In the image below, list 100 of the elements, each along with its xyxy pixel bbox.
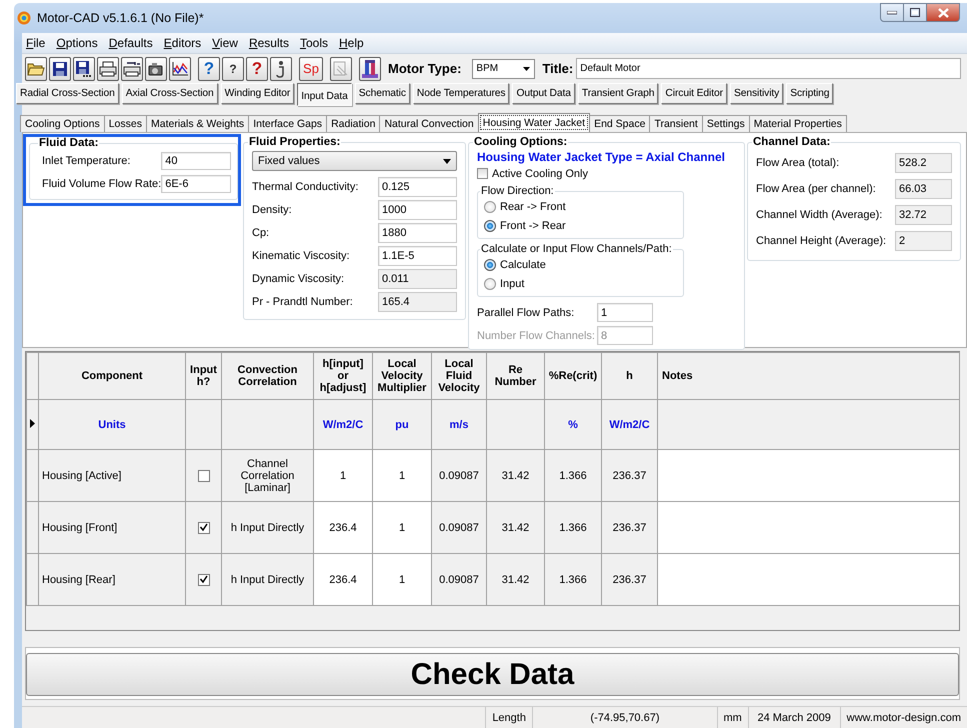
- fluid-properties-dropdown[interactable]: Fixed values: [252, 151, 457, 171]
- tab[interactable]: Winding Editor: [220, 83, 294, 104]
- toolbar-button[interactable]: [145, 56, 167, 80]
- tab[interactable]: Housing Water Jacket: [478, 113, 590, 132]
- menu-item[interactable]: Editors: [162, 35, 208, 51]
- tab[interactable]: Cooling Options: [20, 115, 105, 132]
- toolbar-button[interactable]: [270, 56, 292, 80]
- field-label: Channel Height (Average):: [756, 235, 888, 247]
- column-header: Input h?: [186, 352, 222, 400]
- input-field[interactable]: 0.125: [378, 176, 457, 196]
- tab[interactable]: Sensitivity: [730, 83, 784, 104]
- toolbar-button[interactable]: [49, 56, 71, 80]
- column-header: h: [602, 352, 658, 400]
- radio-icon[interactable]: [484, 220, 496, 232]
- input-field[interactable]: 1.1E-5: [378, 246, 457, 266]
- table-cell: 1: [314, 450, 372, 502]
- maximize-icon: [910, 8, 920, 17]
- input-field[interactable]: 32.72: [895, 205, 952, 225]
- toolbar-button[interactable]: [169, 56, 191, 80]
- checkbox[interactable]: [198, 470, 210, 482]
- save-icon: [52, 60, 68, 76]
- input-field[interactable]: 40: [161, 152, 232, 170]
- radio-icon[interactable]: [484, 258, 496, 270]
- menu-item[interactable]: Results: [246, 35, 296, 51]
- printer-icon: [99, 60, 117, 76]
- row-pointer-icon: [30, 418, 35, 428]
- window-title: Motor-CAD v5.1.6.1 (No File)*: [37, 11, 204, 25]
- help-button[interactable]: ?: [198, 56, 220, 80]
- motor-icon: [361, 58, 379, 78]
- toolbar-button[interactable]: [330, 56, 352, 80]
- radio-option[interactable]: Input: [484, 274, 677, 293]
- table-cell: 0.09087: [432, 554, 486, 606]
- table-cell: %: [544, 400, 602, 450]
- toolbar-button[interactable]: [25, 56, 47, 80]
- column-header: Re Number: [486, 352, 544, 400]
- motor-type-dropdown[interactable]: BPM: [472, 58, 536, 78]
- table-cell: Units: [38, 400, 186, 450]
- panel-title: Fluid Properties:: [248, 136, 342, 148]
- menu-item[interactable]: Defaults: [106, 35, 160, 51]
- caret-icon: [523, 66, 530, 70]
- input-field[interactable]: 1000: [378, 200, 457, 220]
- tab[interactable]: Scripting: [786, 83, 834, 104]
- check-data-button[interactable]: Check Data: [26, 653, 959, 696]
- input-field[interactable]: 165.4: [378, 292, 457, 312]
- radio-icon[interactable]: [484, 200, 496, 212]
- tab[interactable]: Radial Cross-Section: [16, 83, 119, 104]
- menu-item[interactable]: Help: [336, 35, 371, 51]
- checkbox[interactable]: [477, 168, 488, 179]
- table-cell: h Input Directly: [222, 502, 314, 554]
- column-header: %Re(crit): [544, 352, 602, 400]
- close-button[interactable]: [927, 3, 960, 22]
- toolbar-button[interactable]: Sp: [299, 56, 323, 80]
- input-field[interactable]: 1: [597, 303, 653, 322]
- tab[interactable]: Circuit Editor: [661, 83, 727, 104]
- context-help-button[interactable]: ?: [222, 56, 244, 80]
- table-cell: pu: [372, 400, 432, 450]
- table-cell: 236.37: [602, 554, 658, 606]
- column-header: Component: [38, 352, 186, 400]
- checkbox-option[interactable]: Active Cooling Only: [477, 164, 736, 183]
- jacket-type-text: Housing Water Jacket Type = Axial Channel: [477, 150, 726, 164]
- table-cell: 236.37: [602, 450, 658, 502]
- menu-item[interactable]: Options: [54, 35, 105, 51]
- input-field[interactable]: 6E-6: [161, 174, 232, 192]
- app-icon: [17, 11, 31, 25]
- menu-item[interactable]: File: [24, 35, 52, 51]
- input-field[interactable]: 2: [895, 231, 952, 251]
- title-field[interactable]: Default Motor: [576, 58, 961, 79]
- tab[interactable]: Schematic: [354, 83, 410, 104]
- tab[interactable]: Output Data: [512, 83, 575, 104]
- radio-icon[interactable]: [484, 278, 496, 290]
- input-field[interactable]: 66.03: [895, 179, 952, 199]
- radio-option[interactable]: Front -> Rear: [484, 216, 677, 235]
- tab[interactable]: Node Temperatures: [412, 83, 510, 104]
- checkbox[interactable]: [198, 574, 210, 586]
- field-label: Pr - Prandtl Number:: [252, 296, 354, 308]
- checkbox[interactable]: [198, 522, 210, 534]
- input-field[interactable]: 0.011: [378, 268, 457, 288]
- tab[interactable]: Material Properties: [748, 115, 847, 132]
- tab[interactable]: Transient Graph: [578, 83, 658, 104]
- help-button[interactable]: ?: [246, 56, 268, 80]
- column-header: Local Velocity Multiplier: [372, 352, 432, 400]
- tab[interactable]: Input Data: [297, 83, 352, 106]
- tab[interactable]: Interface Gaps: [248, 115, 328, 132]
- input-field[interactable]: 1880: [378, 222, 457, 242]
- radio-option[interactable]: Rear -> Front: [484, 197, 677, 216]
- tab[interactable]: Materials & Weights: [146, 115, 250, 132]
- toolbar-button[interactable]: [73, 56, 95, 80]
- menu-item[interactable]: Tools: [298, 35, 335, 51]
- tab[interactable]: Axial Cross-Section: [122, 83, 218, 104]
- maximize-button[interactable]: [904, 3, 927, 22]
- toolbar-button[interactable]: [121, 56, 143, 80]
- tab[interactable]: End Space: [589, 115, 650, 132]
- toolbar-button[interactable]: [97, 56, 119, 80]
- menu-item[interactable]: View: [210, 35, 245, 51]
- tab[interactable]: Settings: [702, 115, 750, 132]
- minimize-button[interactable]: [880, 3, 904, 22]
- radio-option[interactable]: Calculate: [484, 255, 677, 274]
- folder-icon: [27, 60, 45, 76]
- toolbar-button[interactable]: [359, 56, 381, 80]
- input-field[interactable]: 528.2: [895, 153, 952, 173]
